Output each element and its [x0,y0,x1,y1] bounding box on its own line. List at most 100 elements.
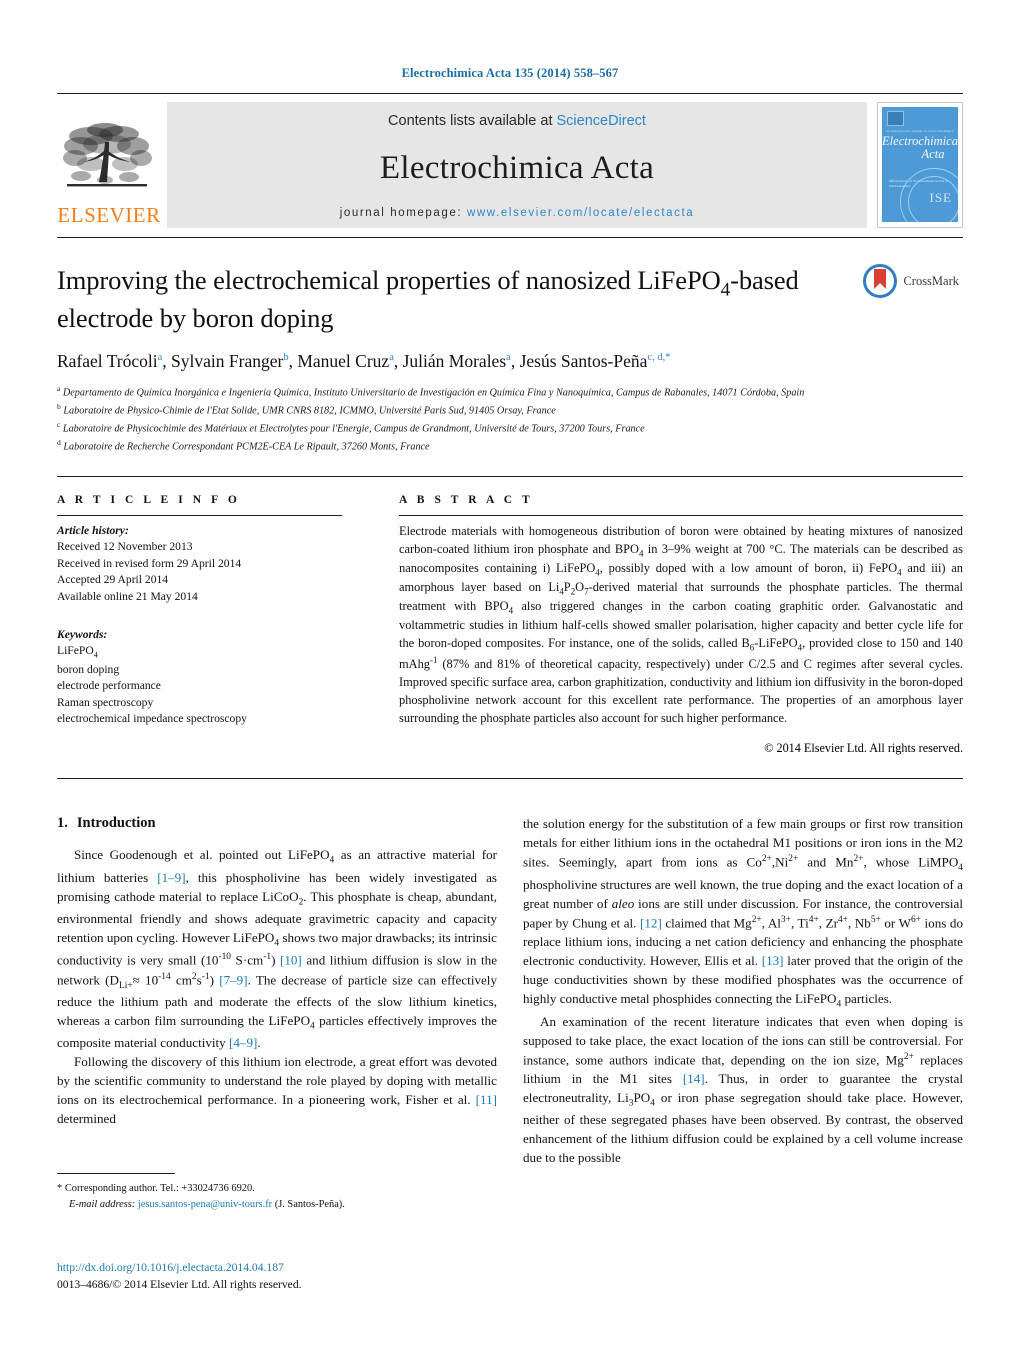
cover-art: an international journal of electrochemi… [882,107,958,222]
article-history: Article history: Received 12 November 20… [57,523,342,605]
cover-title-line1: Electrochimica [882,134,958,148]
cover-title-line2: Acta [921,147,945,162]
affiliation-item: b Laboratoire de Physico-Chimie de l'Eta… [57,401,963,419]
crossmark-icon [863,264,898,298]
journal-homepage-line: journal homepage: www.elsevier.com/locat… [340,207,695,219]
journal-cover-thumbnail[interactable]: an international journal of electrochemi… [877,102,963,228]
article-info-heading: A R T I C L E I N F O [57,493,241,506]
affiliation-item: a Departamento de Química Inorgánica e I… [57,383,963,401]
info-top-rule [57,475,963,477]
paragraph: the solution energy for the substitution… [523,816,964,1010]
journal-band: Contents lists available at ScienceDirec… [167,102,867,228]
author-name: Jesús Santos-Peña [519,350,648,371]
elsevier-tree-icon [63,123,152,187]
keyword-item: LiFePO4 [57,644,98,660]
elsevier-logo: ELSEVIER [57,102,161,228]
citation-link[interactable]: [11] [476,1092,497,1107]
footnote-email-link[interactable]: jesus.santos-pena@univ-tours.fr [138,1199,272,1210]
affiliations: a Departamento de Química Inorgánica e I… [57,383,963,456]
footnote-rule [57,1173,175,1175]
author-affil-mark: a [157,352,163,364]
info-abstract-row: A R T I C L E I N F O Article history: R… [57,494,963,757]
keyword-item: boron doping [57,662,120,676]
abstract-column: A B S T R A C T Electrode materials with… [399,494,963,757]
issn-copyright-line: 0013–4686/© 2014 Elsevier Ltd. All right… [57,1277,302,1291]
citation-link[interactable]: [10] [280,953,302,968]
footnote: * Corresponding author. Tel.: +33024736 … [57,1181,497,1212]
ise-seal-label: ISE [929,190,952,205]
title-part-1: Improving the electrochemical properties… [57,265,721,295]
keyword-item: Raman spectroscopy [57,695,154,709]
paragraph: An examination of the recent literature … [523,1013,963,1166]
author-name: Manuel Cruz [297,350,390,371]
article-history-label: Article history: [57,523,129,537]
footnote-marker: * [57,1183,63,1195]
section-heading: 1. Introduction [57,815,497,832]
affiliation-mark: b [57,401,61,411]
author-affil-mark: c, d, [647,352,666,364]
history-item: Received in revised form 29 April 2014 [57,556,242,570]
body-columns: 1. Introduction Since Goodenough et al. p… [57,815,963,1212]
author-affil-mark: b [283,352,289,364]
page-title: Improving the electrochemical properties… [57,264,963,334]
citation-link[interactable]: [7–9] [219,972,247,987]
section-number: 1. [57,815,68,832]
sciencedirect-link[interactable]: ScienceDirect [557,113,646,129]
affiliation-item: c Laboratoire de Physicochimie des Matér… [57,419,963,437]
affiliation-mark: a [57,383,61,393]
homepage-url-link[interactable]: www.elsevier.com/locate/electacta [467,207,694,219]
abstract-rule [399,514,963,516]
author-affil-mark: a [506,352,511,364]
keyword-subscript: 4 [93,650,98,660]
journal-masthead: ELSEVIER Contents lists available at Sci… [57,102,963,228]
header-rule [57,93,963,94]
cover-elsevier-icon [887,111,904,126]
footnote-corresponding-text: Corresponding author. Tel.: +33024736 69… [64,1183,255,1195]
abstract-text: Electrode materials with homogeneous dis… [399,523,964,725]
article-info-rule [57,514,342,516]
history-item: Received 12 November 2013 [57,540,193,554]
author-name: Sylvain Franger [171,350,284,371]
crossmark-badge[interactable]: CrossMark [863,264,959,298]
author-list: Rafael Trócolia, Sylvain Frangerb, Manue… [57,350,671,371]
abstract-bottom-rule [57,778,963,780]
cover-strapline: an international journal of electrochemi… [886,129,954,133]
keywords-label: Keywords: [57,628,108,642]
article-info-column: A R T I C L E I N F O Article history: R… [57,494,342,757]
cover-journal-name: Electrochimica Acta [882,134,958,162]
footnote-email-line: E-mail address: jesus.santos-pena@univ-t… [57,1197,497,1213]
footer-doi-block: http://dx.doi.org/10.1016/j.electacta.20… [57,1260,302,1293]
author-name: Julián Morales [402,350,507,371]
paragraph: Following the discovery of this lithium … [57,1054,497,1127]
affiliation-text: Departamento de Química Inorgánica e Ing… [62,387,805,399]
citation-link[interactable]: [4–9] [229,1035,257,1050]
keyword-item: electrochemical impedance spectroscopy [57,712,247,726]
author-name: Rafael Trócoli [57,350,158,371]
body-column-right: the solution energy for the substitution… [523,815,963,1212]
citation-link[interactable]: [13] [762,953,784,968]
affiliation-item: d Laboratoire de Recherche Correspondant… [57,437,963,455]
contents-prefix: Contents lists available at [388,113,557,129]
citation-link[interactable]: [12] [640,915,662,930]
citation-link[interactable]: [1–9] [157,870,185,885]
citation-link[interactable]: [14] [683,1071,705,1086]
affiliation-text: Laboratoire de Physico-Chimie de l'Etat … [63,405,556,417]
keyword-item: electrode performance [57,679,161,693]
title-block: Improving the electrochemical properties… [57,238,963,456]
footnote-corresponding: * Corresponding author. Tel.: +33024736 … [57,1181,497,1197]
doi-link[interactable]: http://dx.doi.org/10.1016/j.electacta.20… [57,1260,302,1276]
abstract-copyright: © 2014 Elsevier Ltd. All rights reserved… [764,741,963,756]
contents-available-line: Contents lists available at ScienceDirec… [388,113,646,129]
affiliation-mark: c [57,420,61,430]
body-column-left: 1. Introduction Since Goodenough et al. p… [57,815,497,1212]
homepage-prefix: journal homepage: [339,207,467,219]
paragraph: Since Goodenough et al. pointed out LiFe… [57,847,498,1051]
footnote-email-label: E-mail address: [69,1198,136,1210]
author-affil-mark: a [389,352,394,364]
paper-page: Electrochimica Acta 135 (2014) 558–567 E… [0,0,1020,1351]
affiliation-text: Laboratoire de Recherche Correspondant P… [63,441,430,453]
journal-title: Electrochimica Acta [379,149,655,186]
history-item: Available online 21 May 2014 [57,589,198,603]
history-item: Accepted 29 April 2014 [57,573,169,587]
section-title: Introduction [76,815,156,832]
